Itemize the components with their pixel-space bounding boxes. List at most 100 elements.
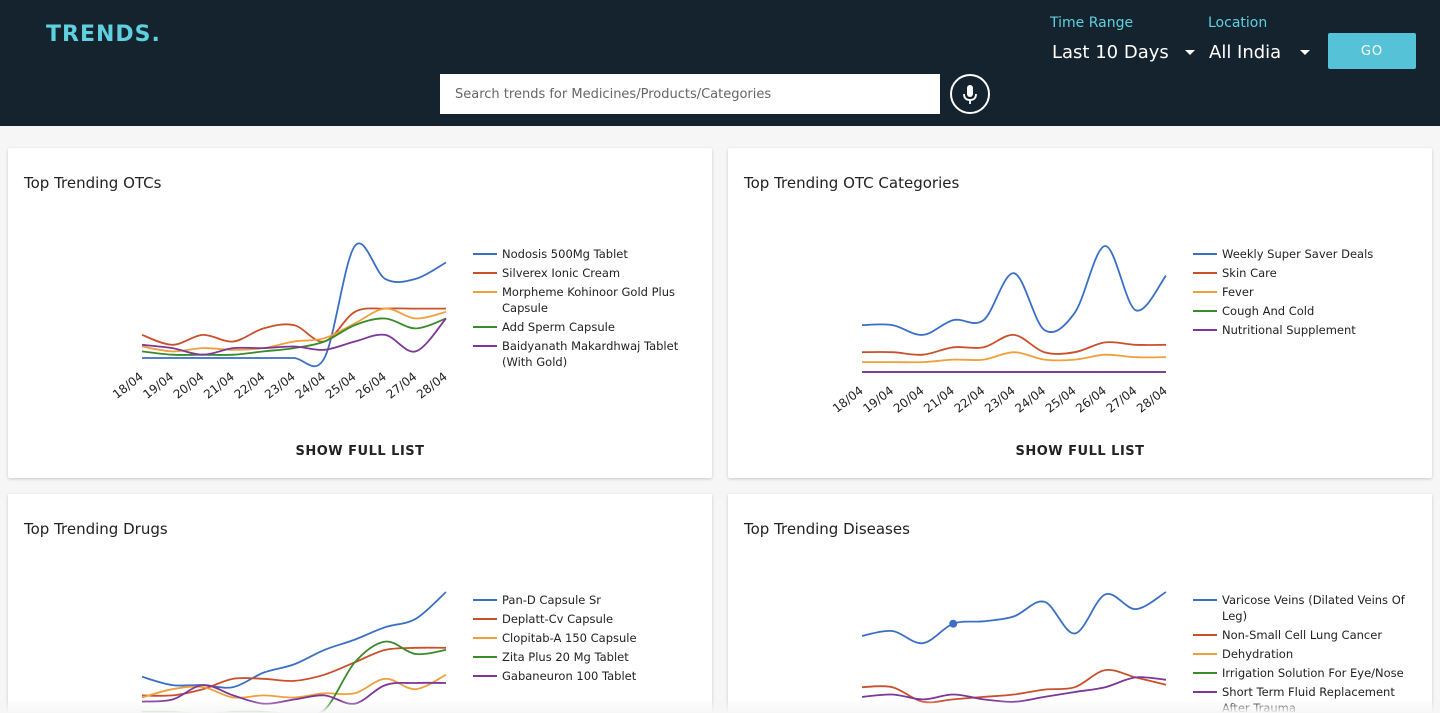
legend-label: Skin Care [1222, 266, 1277, 280]
location-label: Location [1208, 15, 1268, 31]
series-line-5[interactable] [861, 676, 1167, 703]
time-range-label: Time Range [1050, 15, 1134, 31]
legend-swatch [1193, 653, 1217, 655]
show-full-list-button[interactable]: SHOW FULL LIST [8, 444, 712, 459]
legend-item[interactable]: Deplatt-Cv Capsule [473, 611, 698, 627]
series-line-4[interactable] [141, 640, 447, 713]
legend-item[interactable]: Varicose Veins (Dilated Veins Of Leg) [1193, 592, 1418, 624]
legend-swatch [473, 618, 497, 620]
legend-item[interactable]: Fever [1193, 284, 1418, 300]
legend-label: Baidyanath Makardhwaj Tablet (With Gold) [502, 339, 679, 369]
legend-item[interactable]: Irrigation Solution For Eye/Nose [1193, 665, 1418, 681]
legend-swatch [1193, 672, 1217, 674]
x-tick-label: 19/04 [860, 383, 896, 415]
legend-swatch [473, 326, 497, 328]
x-tick-label: 18/04 [830, 383, 866, 415]
card-top-trending-otcs: Top Trending OTCs 18/04 19/04 20/04 21/04 22… [8, 148, 712, 478]
legend-item[interactable]: Non-Small Cell Lung Cancer [1193, 627, 1418, 643]
series-line-2[interactable] [141, 646, 447, 697]
go-button[interactable]: GO [1328, 33, 1416, 69]
search-input[interactable] [440, 74, 940, 114]
location-caret-icon[interactable] [1300, 50, 1310, 55]
legend-item[interactable]: Dehydration [1193, 646, 1418, 662]
series-line-1[interactable] [861, 245, 1167, 336]
legend-label: Short Term Fluid Replacement After Traum… [1222, 685, 1395, 713]
legend-label: Zita Plus 20 Mg Tablet [502, 650, 629, 664]
legend-label: Fever [1222, 285, 1254, 299]
legend-item[interactable]: Nutritional Supplement [1193, 322, 1418, 338]
legend-swatch [473, 675, 497, 677]
legend-item[interactable]: Weekly Super Saver Deals [1193, 246, 1418, 262]
microphone-icon [963, 85, 977, 104]
x-tick-label: 18/04 [110, 369, 146, 401]
legend-swatch [1193, 291, 1217, 293]
legend-swatch [1193, 272, 1217, 274]
x-tick-label: 20/04 [891, 383, 927, 415]
x-tick-label: 28/04 [414, 369, 450, 401]
legend-item[interactable]: Morpheme Kohinoor Gold Plus Capsule [473, 284, 698, 316]
legend-label: Weekly Super Saver Deals [1222, 247, 1374, 261]
legend-label: Pan-D Capsule Sr [502, 593, 602, 607]
chart-legend: Weekly Super Saver Deals Skin Care Fever Co… [1193, 246, 1418, 341]
legend-item[interactable]: Pan-D Capsule Sr [473, 592, 698, 608]
legend-item[interactable]: Gabaneuron 100 Tablet [473, 668, 698, 684]
series-line-1[interactable] [861, 591, 1167, 645]
legend-item[interactable]: Add Sperm Capsule [473, 319, 698, 335]
x-tick-label: 22/04 [232, 369, 268, 401]
card-top-trending-diseases: Top Trending Diseases Varicose Veins (Di… [728, 494, 1432, 713]
card-top-trending-otc-categories: Top Trending OTC Categories 18/04 19/04 20… [728, 148, 1432, 478]
legend-label: Irrigation Solution For Eye/Nose [1222, 666, 1404, 680]
legend-label: Gabaneuron 100 Tablet [502, 669, 637, 683]
legend-label: Cough And Cold [1222, 304, 1315, 318]
chart-legend: Nodosis 500Mg Tablet Silverex Ionic Cream… [473, 246, 698, 373]
x-tick-label: 26/04 [353, 369, 389, 401]
legend-swatch [1193, 599, 1217, 601]
legend-swatch [1193, 634, 1217, 636]
legend-swatch [473, 345, 497, 347]
legend-item[interactable]: Baidyanath Makardhwaj Tablet (With Gold) [473, 338, 698, 370]
legend-item[interactable]: Short Term Fluid Replacement After Traum… [1193, 684, 1418, 713]
x-tick-label: 27/04 [384, 369, 420, 401]
legend-swatch [1193, 329, 1217, 331]
legend-swatch [473, 599, 497, 601]
microphone-button[interactable] [950, 74, 990, 114]
logo[interactable]: TRENDS. [46, 22, 161, 47]
location-select[interactable]: All India [1209, 42, 1281, 63]
legend-label: Clopitab-A 150 Capsule [502, 631, 637, 645]
legend-item[interactable]: Skin Care [1193, 265, 1418, 281]
chart-legend: Pan-D Capsule Sr Deplatt-Cv Capsule Clopit… [473, 592, 698, 687]
show-full-list-button[interactable]: SHOW FULL LIST [728, 444, 1432, 459]
legend-swatch [473, 291, 497, 293]
time-range-caret-icon[interactable] [1185, 50, 1195, 55]
legend-label: Dehydration [1222, 647, 1294, 661]
x-tick-label: 28/04 [1134, 383, 1170, 415]
x-tick-label: 24/04 [292, 369, 328, 401]
legend-label: Silverex Ionic Cream [502, 266, 621, 280]
x-tick-label: 20/04 [171, 369, 207, 401]
series-line-1[interactable] [141, 591, 447, 689]
legend-swatch [473, 272, 497, 274]
hover-point[interactable] [949, 619, 958, 628]
time-range-select[interactable]: Last 10 Days [1052, 42, 1169, 63]
legend-item[interactable]: Cough And Cold [1193, 303, 1418, 319]
x-tick-label: 22/04 [952, 383, 988, 415]
card-top-trending-drugs: Top Trending Drugs Pan-D Capsule Sr Depla… [8, 494, 712, 713]
top-bar: TRENDS. Time Range Last 10 Days Location… [0, 0, 1440, 126]
series-line-3[interactable] [141, 673, 447, 699]
legend-label: Nutritional Supplement [1222, 323, 1356, 337]
legend-label: Non-Small Cell Lung Cancer [1222, 628, 1383, 642]
legend-item[interactable]: Silverex Ionic Cream [473, 265, 698, 281]
legend-swatch [473, 656, 497, 658]
legend-label: Deplatt-Cv Capsule [502, 612, 614, 626]
legend-item[interactable]: Clopitab-A 150 Capsule [473, 630, 698, 646]
legend-item[interactable]: Zita Plus 20 Mg Tablet [473, 649, 698, 665]
x-tick-label: 26/04 [1073, 383, 1109, 415]
legend-swatch [473, 253, 497, 255]
x-tick-label: 23/04 [262, 369, 298, 401]
legend-item[interactable]: Nodosis 500Mg Tablet [473, 246, 698, 262]
legend-swatch [1193, 691, 1217, 693]
legend-label: Nodosis 500Mg Tablet [502, 247, 628, 261]
x-tick-label: 23/04 [982, 383, 1018, 415]
x-tick-label: 24/04 [1012, 383, 1048, 415]
x-tick-label: 21/04 [921, 383, 957, 415]
